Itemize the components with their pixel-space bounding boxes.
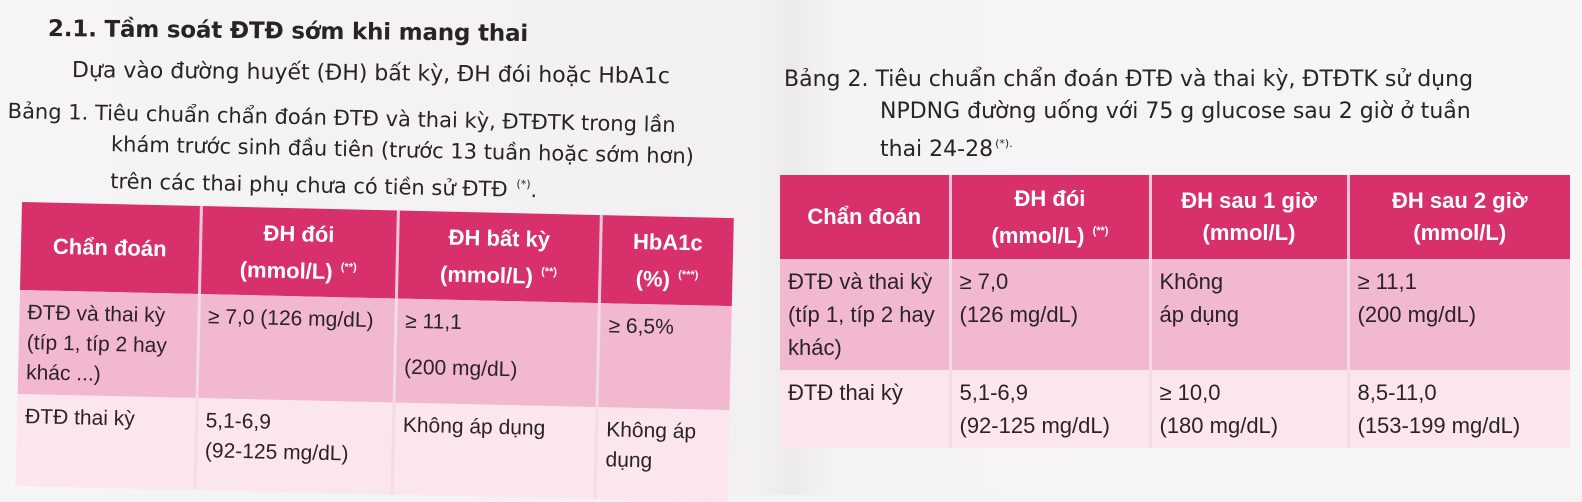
table1-caption: Bảng 1. Tiêu chuẩn chẩn đoán ĐTĐ và thai… (6, 96, 748, 210)
table1-header-random: ĐH bất kỳ (mmol/L) (**) (396, 210, 602, 304)
table2-header-diagnosis: Chẩn đoán (780, 175, 952, 259)
table2-caption: Bảng 2. Tiêu chuẩn chẩn đoán ĐTĐ và thai… (784, 64, 1574, 166)
table-cell: 8,5-11,0 (153-199 mg/dL) (1348, 370, 1570, 448)
table-cell: ĐTĐ và thai kỳ (típ 1, típ 2 hay khác ..… (17, 289, 199, 399)
table1-header-row: Chẩn đoán ĐH đói (mmol/L) (**) ĐH bất kỳ(… (20, 202, 734, 307)
table2-caption-line1: Bảng 2. Tiêu chuẩn chẩn đoán ĐTĐ và thai… (784, 67, 1474, 92)
table-cell: Không áp dụng (595, 407, 730, 502)
table-row: ĐTĐ thai kỳ 5,1-6,9 (92-125 mg/dL) Không … (15, 393, 730, 502)
table1-header-hba1c: HbA1c (%) (***) (599, 215, 734, 307)
table2-header-row: Chẩn đoán ĐH đói (mmol/L) (**) ĐH sau 1 g… (780, 175, 1570, 259)
table2-header-fasting: ĐH đói (mmol/L) (**) (950, 175, 1152, 259)
table-row: ĐTĐ thai kỳ 5,1-6,9 (92-125 mg/dL) ≥ 10,0… (780, 370, 1570, 448)
table-cell: ≥ 11,1 (200 mg/dL) (393, 298, 600, 408)
table-cell: ≥ 10,0 (180 mg/dL) (1150, 370, 1350, 448)
table2-header-2h: ĐH sau 2 giờ (mmol/L) (1348, 175, 1570, 259)
table-cell: ≥ 6,5% (597, 303, 732, 411)
footnote-mark: (*). (995, 137, 1013, 150)
table-row: ĐTĐ và thai kỳ (típ 1, típ 2 hay khác) ≥… (780, 259, 1570, 370)
table-cell: ĐTĐ thai kỳ (780, 370, 952, 448)
table2: Chẩn đoán ĐH đói (mmol/L) (**) ĐH sau 1 g… (780, 175, 1570, 448)
table-row: ĐTĐ và thai kỳ (típ 1, típ 2 hay khác ..… (17, 289, 732, 411)
table-cell: 5,1-6,9 (92-125 mg/dL) (194, 398, 394, 495)
table-cell: Không áp dụng (1150, 259, 1350, 370)
table1-header-diagnosis: Chẩn đoán (20, 202, 201, 295)
table2-header-1h: ĐH sau 1 giờ (mmol/L) (1150, 175, 1350, 259)
section-title: 2.1. Tầm soát ĐTĐ sớm khi mang thai (47, 16, 529, 48)
table2-caption-line2: NPDNG đường uống với 75 g glucose sau 2 … (880, 99, 1471, 124)
table-cell: ≥ 7,0 (126 mg/dL) (196, 294, 397, 403)
table1-header-fasting: ĐH đói (mmol/L) (**) (198, 206, 399, 299)
table-cell: Không áp dụng (391, 402, 598, 500)
table-cell: ≥ 11,1 (200 mg/dL) (1348, 259, 1570, 370)
table-cell: ĐTĐ thai kỳ (15, 393, 197, 490)
footnote-mark: (*) (516, 177, 531, 191)
table-cell: ĐTĐ và thai kỳ (típ 1, típ 2 hay khác) (780, 259, 952, 370)
table1: Chẩn đoán ĐH đói (mmol/L) (**) ĐH bất kỳ(… (15, 202, 734, 502)
table2-caption-line3: thai 24-28 (*). (880, 137, 1013, 162)
table-cell: ≥ 7,0 (126 mg/dL) (950, 259, 1152, 370)
table-cell: 5,1-6,9 (92-125 mg/dL) (950, 370, 1152, 448)
